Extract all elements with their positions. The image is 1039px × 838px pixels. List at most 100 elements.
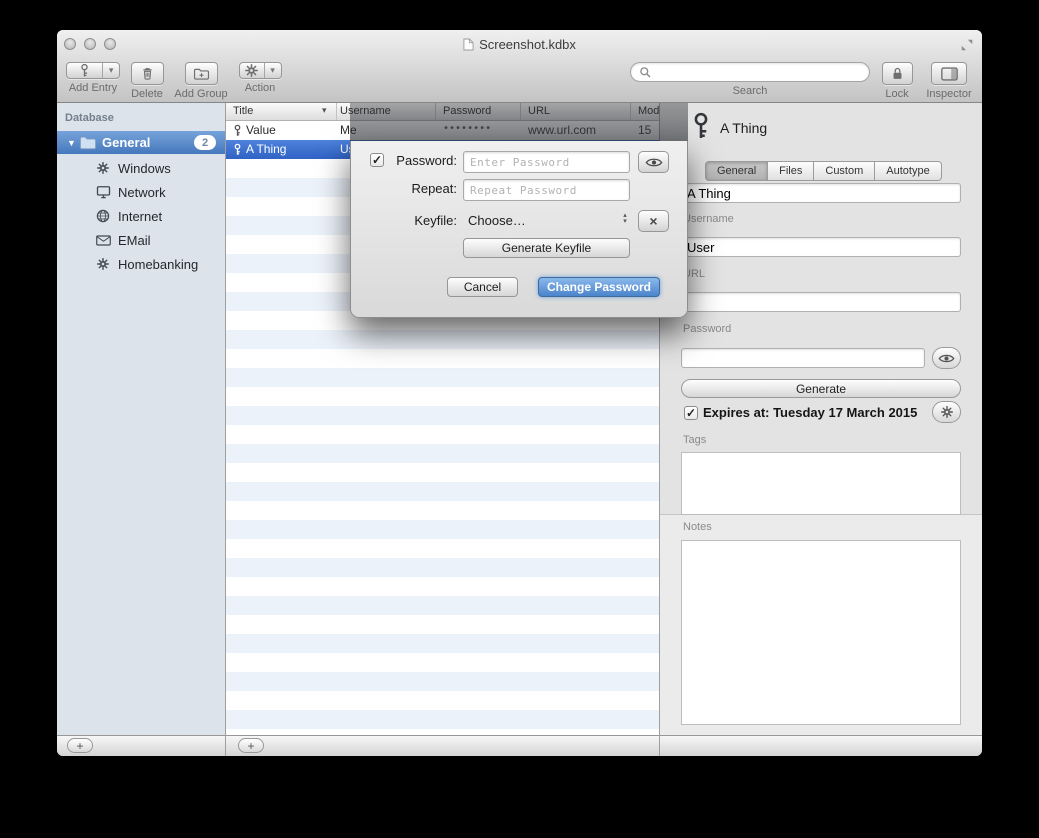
stepper-down-icon: ▾ xyxy=(623,219,627,225)
sidebar-item-windows[interactable]: Windows xyxy=(57,156,225,180)
chevron-down-icon[interactable]: ▾ xyxy=(102,63,119,78)
expires-settings-button[interactable] xyxy=(932,401,961,423)
chevron-down-icon[interactable]: ▾ xyxy=(264,63,281,78)
sidebar-item-label: EMail xyxy=(118,233,151,248)
sidebar-section-header: Database xyxy=(65,112,114,124)
cancel-button[interactable]: Cancel xyxy=(447,277,518,297)
change-password-button[interactable]: Change Password xyxy=(538,277,660,297)
username-field[interactable] xyxy=(681,237,961,257)
window-chrome: Screenshot.kdbx ▾ Add Entry Delete xyxy=(57,30,982,103)
toolbar-delete: Delete xyxy=(127,62,167,100)
generate-keyfile-button[interactable]: Generate Keyfile xyxy=(463,238,630,258)
search-input[interactable] xyxy=(657,65,861,79)
column-divider[interactable] xyxy=(336,103,337,120)
keyfile-popup[interactable]: Choose… xyxy=(468,213,526,228)
notes-label: Notes xyxy=(683,521,712,533)
dialog-password-input[interactable] xyxy=(463,151,630,173)
tab-general[interactable]: General xyxy=(705,161,768,181)
password-label: Password xyxy=(683,323,731,335)
entry-title: Value xyxy=(246,123,276,137)
gear-icon xyxy=(95,256,111,272)
dialog-password-label: Password: xyxy=(379,153,457,168)
sheet-shadow xyxy=(350,103,688,141)
expires-checkbox[interactable]: ✓ xyxy=(684,406,698,420)
generate-password-button[interactable]: Generate xyxy=(681,379,961,398)
list-add-entry-button[interactable]: + xyxy=(238,738,264,753)
tab-custom[interactable]: Custom xyxy=(814,161,875,181)
toolbar-add-entry: ▾ Add Entry xyxy=(65,62,121,94)
key-icon xyxy=(231,143,244,156)
gear-icon xyxy=(240,63,264,78)
search-label: Search xyxy=(733,85,768,97)
sidebar-add-group-button[interactable]: + xyxy=(67,738,93,753)
tags-label: Tags xyxy=(683,434,706,446)
dialog-repeat-input[interactable] xyxy=(463,179,630,201)
document-icon xyxy=(463,38,474,51)
bottom-bar: + + xyxy=(57,735,982,756)
delete-label: Delete xyxy=(131,88,163,100)
eye-icon xyxy=(645,157,663,168)
key-icon xyxy=(686,111,716,141)
tab-autotype[interactable]: Autotype xyxy=(875,161,941,181)
password-field[interactable] xyxy=(681,348,925,368)
lock-button[interactable] xyxy=(882,62,913,85)
group-label: General xyxy=(102,135,150,150)
key-icon xyxy=(67,63,102,78)
add-entry-button[interactable]: ▾ xyxy=(66,62,120,79)
url-field[interactable] xyxy=(681,292,961,312)
delete-button[interactable] xyxy=(131,62,164,85)
add-group-button[interactable] xyxy=(185,62,218,85)
column-header-title[interactable]: Title xyxy=(233,105,253,117)
change-password-dialog: ✓ Password: Repeat: Keyfile: Choose… ▴ ▾… xyxy=(350,141,688,318)
fullscreen-icon[interactable] xyxy=(960,38,974,52)
eye-icon xyxy=(938,353,955,364)
key-icon xyxy=(231,124,244,137)
sidebar-group-general[interactable]: ▼ General 2 xyxy=(57,131,225,154)
inspector-entry-title: A Thing xyxy=(720,120,767,136)
toolbar-search: Search xyxy=(629,62,871,97)
notes-field[interactable] xyxy=(681,540,961,725)
titlebar[interactable]: Screenshot.kdbx xyxy=(57,36,982,52)
disclosure-triangle-icon[interactable]: ▼ xyxy=(67,138,79,148)
tab-files[interactable]: Files xyxy=(768,161,814,181)
sidebar-item-label: Homebanking xyxy=(118,257,198,272)
trash-icon xyxy=(140,66,155,81)
pane-divider[interactable] xyxy=(225,103,226,756)
app-window: Screenshot.kdbx ▾ Add Entry Delete xyxy=(57,30,982,756)
sidebar: Database ▼ General 2 Windows Network xyxy=(57,103,225,735)
reveal-password-button[interactable] xyxy=(638,151,669,173)
add-group-label: Add Group xyxy=(174,88,227,100)
search-field[interactable] xyxy=(630,62,870,82)
toolbar-add-group: Add Group xyxy=(170,62,232,100)
sidebar-item-label: Network xyxy=(118,185,166,200)
display-icon xyxy=(95,184,111,200)
search-icon xyxy=(639,66,652,79)
dialog-keyfile-label: Keyfile: xyxy=(379,213,457,228)
reveal-password-button[interactable] xyxy=(932,347,961,369)
expires-label: Expires at: Tuesday 17 March 2015 xyxy=(703,405,917,420)
toolbar-lock: Lock xyxy=(879,62,915,100)
popup-stepper-icon[interactable]: ▴ ▾ xyxy=(619,210,631,228)
sort-indicator-icon[interactable]: ▾ xyxy=(322,105,327,116)
inspector-panel-icon-button[interactable] xyxy=(931,62,967,85)
action-label: Action xyxy=(245,82,276,94)
inspector-tabs: General Files Custom Autotype xyxy=(705,161,942,181)
clear-keyfile-button[interactable]: × xyxy=(638,210,669,232)
inspector-panel: A Thing General Files Custom Autotype Us… xyxy=(659,103,982,735)
inspector-icon xyxy=(941,67,958,81)
toolbar-action: ▾ Action xyxy=(236,62,284,94)
close-icon: × xyxy=(649,213,657,229)
sidebar-item-email[interactable]: EMail xyxy=(57,228,225,252)
gear-icon xyxy=(940,405,954,419)
toolbar-inspector: Inspector xyxy=(923,62,975,100)
action-button[interactable]: ▾ xyxy=(239,62,282,79)
sidebar-item-network[interactable]: Network xyxy=(57,180,225,204)
sidebar-item-homebanking[interactable]: Homebanking xyxy=(57,252,225,276)
folder-icon xyxy=(79,135,97,150)
tags-field[interactable] xyxy=(681,452,961,515)
window-title: Screenshot.kdbx xyxy=(479,37,576,52)
globe-icon xyxy=(95,208,111,224)
title-field[interactable] xyxy=(681,183,961,203)
sidebar-item-internet[interactable]: Internet xyxy=(57,204,225,228)
envelope-icon xyxy=(95,232,111,248)
